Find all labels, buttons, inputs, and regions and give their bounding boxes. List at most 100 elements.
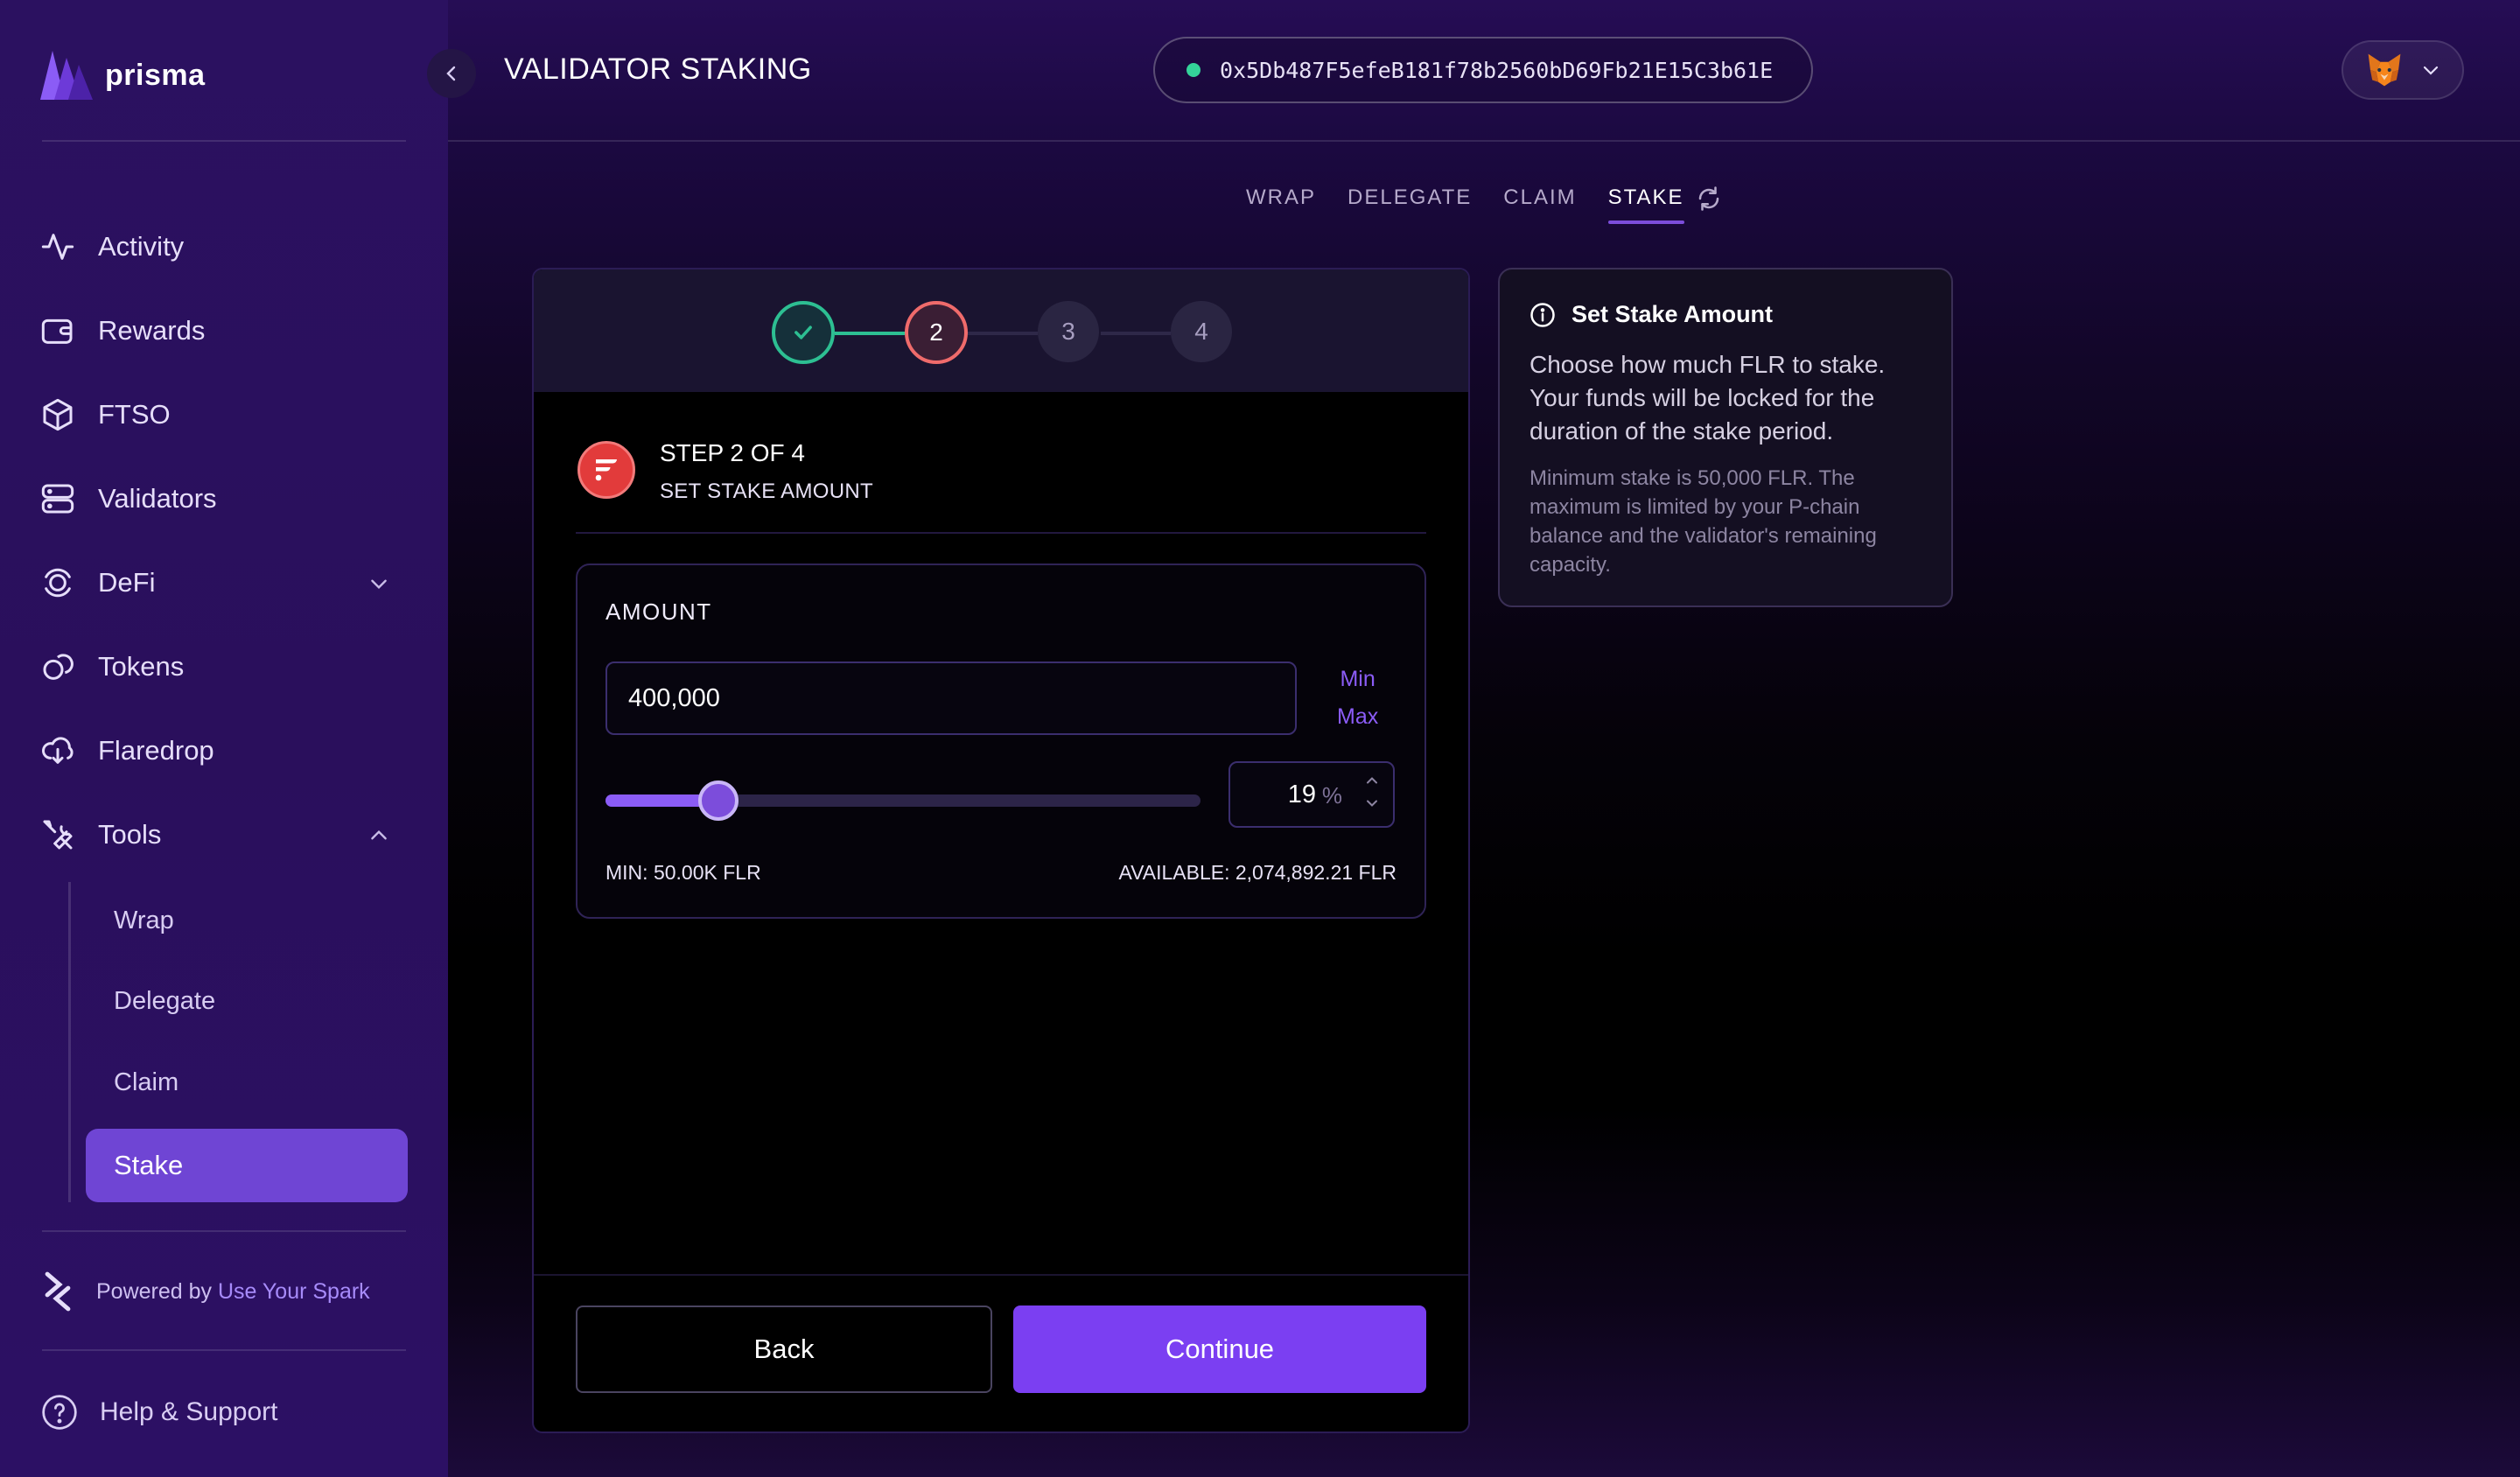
sidebar-subitem-delegate[interactable]: Delegate: [114, 987, 215, 1016]
percent-unit: %: [1321, 782, 1342, 808]
step-counter: STEP 2 OF 4: [660, 439, 805, 466]
help-icon: [42, 1395, 77, 1430]
tab-stake[interactable]: STAKE: [1607, 186, 1684, 224]
card-footer-divider: [534, 1274, 1468, 1276]
sidebar-item-label: DeFi: [98, 567, 156, 598]
wallet-icon: [41, 318, 73, 344]
amount-slider-track[interactable]: [606, 794, 1200, 807]
min-button[interactable]: Min: [1340, 667, 1375, 692]
card-divider: [576, 532, 1426, 534]
info-description: Choose how much FLR to stake. Your funds…: [1530, 351, 1886, 444]
prisma-logo-icon: [40, 51, 93, 100]
step-connector: [1101, 332, 1171, 335]
chevron-left-icon: [446, 66, 456, 81]
tab-bar: WRAP DELEGATE CLAIM STAKE: [1246, 186, 1684, 224]
sidebar-item-label: Rewards: [98, 315, 206, 346]
chevron-down-icon: [2423, 66, 2439, 75]
step-title: SET STAKE AMOUNT: [660, 480, 873, 503]
amount-input[interactable]: [606, 662, 1297, 735]
sidebar-item-validators[interactable]: Validators: [40, 472, 408, 525]
spark-icon: [45, 1271, 71, 1312]
chevron-down-icon[interactable]: [368, 572, 390, 595]
submenu-rail: [68, 882, 71, 1202]
sidebar-item-label: FTSO: [98, 399, 171, 430]
increment-icon[interactable]: [1363, 772, 1381, 789]
available-balance-text: AVAILABLE: 2,074,892.21 FLR: [1118, 861, 1396, 884]
sidebar-item-rewards[interactable]: Rewards: [40, 304, 408, 357]
server-icon: [41, 484, 74, 514]
help-support-link[interactable]: Help & Support: [40, 1393, 277, 1432]
min-amount-text: MIN: 50.00K FLR: [606, 861, 761, 884]
amount-slider-handle[interactable]: [698, 780, 739, 821]
tab-delegate[interactable]: DELEGATE: [1348, 186, 1472, 210]
percent-arrows: [1363, 772, 1381, 812]
sidebar-item-tools[interactable]: Tools: [40, 808, 408, 861]
page-title: VALIDATOR STAKING: [504, 52, 812, 86]
defi-icon: [45, 568, 71, 598]
check-icon: [794, 326, 812, 340]
wallet-address-pill[interactable]: 0x5Db487F5efeB181f78b2560bD69Fb21E15C3b6…: [1153, 37, 1813, 103]
max-button[interactable]: Max: [1337, 704, 1378, 730]
continue-button[interactable]: Continue: [1013, 1306, 1426, 1393]
step-4: 4: [1171, 301, 1232, 362]
sidebar-subitem-claim[interactable]: Claim: [114, 1068, 178, 1097]
decrement-icon[interactable]: [1363, 794, 1381, 812]
collapse-sidebar-button[interactable]: [427, 49, 476, 98]
sidebar-item-activity[interactable]: Activity: [40, 220, 408, 273]
activity-icon: [41, 234, 74, 260]
sidebar-item-ftso[interactable]: FTSO: [40, 388, 408, 441]
sidebar: prisma Activity Rewards FTSO Validators …: [0, 0, 448, 1477]
percent-stepper[interactable]: 19 %: [1228, 761, 1395, 828]
cube-icon: [43, 398, 73, 431]
tools-icon: [43, 820, 73, 850]
back-button[interactable]: Back: [576, 1306, 992, 1393]
help-label: Help & Support: [100, 1397, 278, 1426]
sidebar-subitem-stake[interactable]: Stake: [86, 1129, 408, 1202]
sidebar-divider: [42, 140, 406, 142]
min-max-buttons: Min Max: [1337, 667, 1378, 730]
amount-panel: AMOUNT Min Max 19 % MIN: 50.00K FLR AVAI…: [576, 564, 1426, 919]
sidebar-item-label: Flaredrop: [98, 735, 214, 766]
wallet-address: 0x5Db487F5efeB181f78b2560bD69Fb21E15C3b6…: [1220, 57, 1774, 83]
wallet-menu-button[interactable]: [2342, 40, 2464, 100]
sidebar-subitem-wrap[interactable]: Wrap: [114, 906, 174, 935]
sidebar-item-tokens[interactable]: Tokens: [40, 640, 408, 693]
step-connector-complete: [835, 332, 905, 335]
info-title: Set Stake Amount: [1530, 301, 1773, 328]
connected-status-dot: [1186, 63, 1200, 77]
tab-wrap[interactable]: WRAP: [1246, 186, 1316, 210]
amount-label: AMOUNT: [606, 598, 712, 625]
step-1-complete: [772, 301, 835, 364]
sidebar-item-flaredrop[interactable]: Flaredrop: [40, 724, 408, 777]
flare-logo-icon: [595, 459, 617, 481]
refresh-icon[interactable]: [1696, 186, 1722, 212]
cloud-download-icon: [42, 737, 74, 764]
info-title-text: Set Stake Amount: [1572, 301, 1774, 327]
coins-icon: [43, 654, 74, 680]
sidebar-item-defi[interactable]: DeFi: [40, 556, 408, 609]
info-icon: [1530, 302, 1555, 327]
chevron-up-icon[interactable]: [368, 824, 390, 847]
sidebar-item-label: Validators: [98, 483, 217, 514]
info-note: Minimum stake is 50,000 FLR. The maximum…: [1530, 466, 1877, 577]
step-connector: [968, 332, 1038, 335]
flare-token-icon: [578, 441, 635, 499]
sidebar-item-label: Tokens: [98, 651, 185, 682]
info-panel: Set Stake Amount Choose how much FLR to …: [1498, 268, 1953, 607]
header-divider: [448, 140, 2520, 142]
metamask-fox-icon: [2368, 53, 2401, 87]
sidebar-item-label: Activity: [98, 231, 185, 262]
logo-text: prisma: [105, 58, 206, 92]
sidebar-item-label: Tools: [98, 819, 162, 850]
percent-value[interactable]: 19: [1288, 780, 1316, 809]
step-2-current: 2: [905, 301, 968, 364]
powered-prefix: Powered by: [96, 1278, 218, 1304]
sidebar-divider: [42, 1230, 406, 1232]
powered-by: Powered by Use Your Spark: [40, 1270, 370, 1312]
tab-claim[interactable]: CLAIM: [1503, 186, 1576, 210]
use-your-spark-link[interactable]: Use Your Spark: [218, 1279, 370, 1304]
sidebar-divider: [42, 1349, 406, 1351]
logo[interactable]: prisma: [40, 51, 206, 100]
step-3: 3: [1038, 301, 1099, 362]
stake-card: 2 3 4 STEP 2 OF 4 SET STAKE AMOUNT AMOUN…: [532, 268, 1470, 1433]
